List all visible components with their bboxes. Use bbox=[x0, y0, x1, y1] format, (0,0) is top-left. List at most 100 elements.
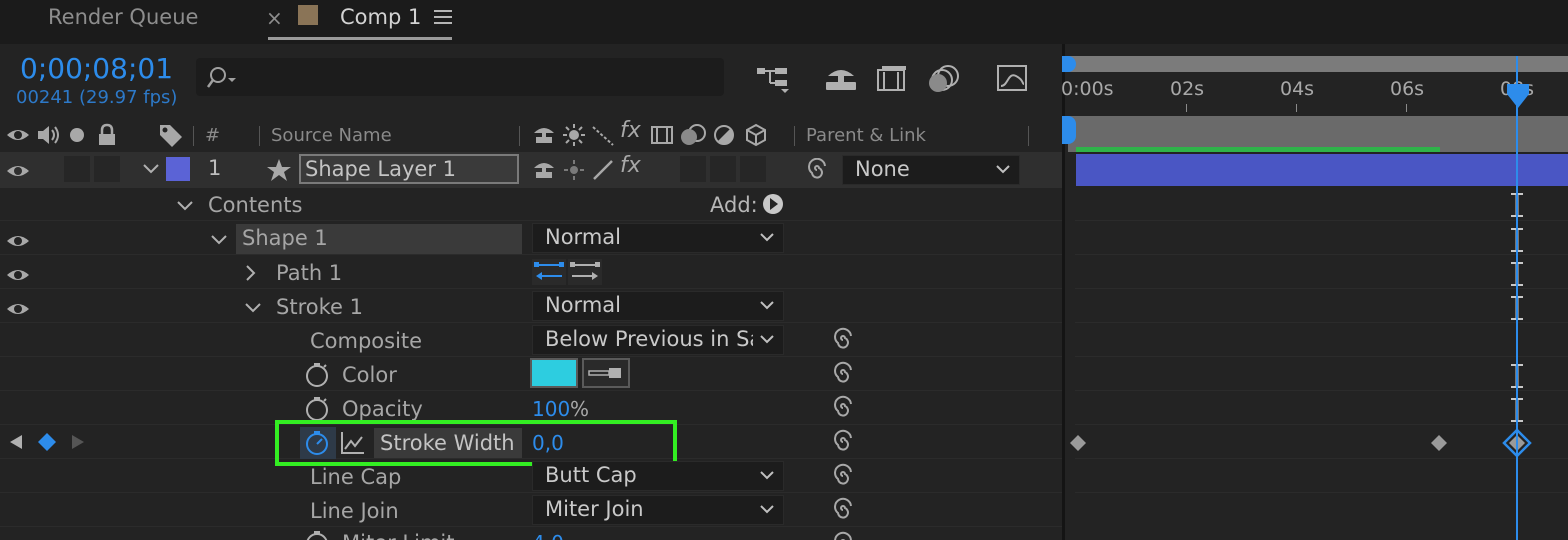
number-column-header[interactable]: # bbox=[205, 125, 220, 146]
quality-header-icon[interactable] bbox=[591, 123, 615, 147]
stroke1-chevron-icon[interactable] bbox=[244, 301, 262, 315]
next-keyframe-icon[interactable] bbox=[70, 434, 86, 450]
path-visibility-eye-icon[interactable] bbox=[6, 265, 30, 285]
layer-effects-switch-icon[interactable]: fx bbox=[620, 153, 641, 178]
opacity-pickwhip-icon[interactable] bbox=[830, 395, 856, 421]
layer-name-field[interactable]: Shape Layer 1 bbox=[299, 154, 519, 184]
tab-comp-1[interactable]: Comp 1 bbox=[340, 5, 421, 29]
shape1-name-field[interactable]: Shape 1 bbox=[236, 224, 522, 254]
solo-switch[interactable] bbox=[64, 156, 90, 182]
layer-shy-switch-icon[interactable] bbox=[532, 158, 556, 182]
miter-limit-stopwatch-icon[interactable] bbox=[304, 530, 330, 540]
opacity-stopwatch-icon[interactable] bbox=[304, 396, 330, 422]
line-join-dropdown[interactable]: Miter Join bbox=[532, 495, 784, 525]
column-separator bbox=[1028, 126, 1029, 146]
color-stopwatch-icon[interactable] bbox=[304, 362, 330, 388]
stroke1-blend-mode-dropdown[interactable]: Normal bbox=[532, 291, 784, 321]
shape1-blend-mode-dropdown[interactable]: Normal bbox=[532, 223, 784, 253]
parent-pickwhip-icon[interactable] bbox=[805, 158, 829, 182]
layer-switch-box[interactable] bbox=[680, 156, 706, 182]
row-divider bbox=[0, 492, 1062, 493]
path1-label: Path 1 bbox=[276, 261, 343, 285]
motion-blur-header-icon[interactable] bbox=[679, 123, 707, 147]
lock-icon[interactable] bbox=[96, 123, 118, 147]
opacity-value[interactable]: 100 bbox=[532, 397, 570, 421]
audio-speaker-icon[interactable] bbox=[36, 124, 62, 146]
miter-limit-value[interactable]: 4,0 bbox=[532, 531, 564, 540]
solo-dot-icon[interactable] bbox=[69, 127, 85, 143]
line-cap-pickwhip-icon[interactable] bbox=[830, 463, 856, 489]
playhead-line[interactable] bbox=[1516, 56, 1518, 540]
panel-menu-icon[interactable] bbox=[434, 9, 452, 25]
layer-switch-box[interactable] bbox=[710, 156, 736, 182]
frame-blend-header-icon[interactable] bbox=[650, 123, 674, 147]
playhead-handle-icon[interactable] bbox=[1506, 84, 1530, 110]
time-navigator-bar[interactable] bbox=[1068, 56, 1568, 72]
add-label: Add: bbox=[710, 193, 758, 217]
timeline-row-divider bbox=[1075, 288, 1568, 289]
row-divider bbox=[0, 526, 1062, 527]
line-cap-dropdown[interactable]: Butt Cap bbox=[532, 461, 784, 491]
label-tag-icon[interactable] bbox=[158, 123, 184, 147]
frame-blending-icon[interactable] bbox=[876, 64, 908, 94]
source-name-column-header[interactable]: Source Name bbox=[271, 125, 392, 146]
line-cap-label: Line Cap bbox=[310, 465, 402, 489]
shy-layers-icon[interactable] bbox=[824, 64, 858, 94]
close-tab-icon[interactable]: × bbox=[266, 6, 283, 30]
eyedropper-button[interactable] bbox=[582, 358, 630, 388]
timeline-row-divider bbox=[1075, 254, 1568, 255]
graph-editor-icon[interactable] bbox=[996, 64, 1030, 94]
layer-label-color[interactable] bbox=[166, 157, 190, 181]
line-join-pickwhip-icon[interactable] bbox=[830, 497, 856, 523]
composition-flowchart-icon[interactable] bbox=[755, 64, 791, 94]
composite-dropdown[interactable]: Below Previous in Sa bbox=[532, 325, 784, 355]
shy-switch-header-icon[interactable] bbox=[532, 123, 556, 147]
comp-swatch-icon bbox=[298, 5, 318, 25]
color-label: Color bbox=[342, 363, 397, 387]
ruler-label: 04s bbox=[1280, 78, 1315, 100]
work-area-start-handle[interactable] bbox=[1062, 116, 1076, 144]
stroke-width-pickwhip-icon[interactable] bbox=[830, 429, 856, 455]
ruler-label: 02s bbox=[1170, 78, 1205, 100]
search-icon bbox=[206, 66, 240, 90]
add-keyframe-icon[interactable] bbox=[37, 432, 57, 452]
layer-row[interactable]: 1 Shape Layer 1 fx None bbox=[0, 152, 1062, 188]
keyframe-icon[interactable] bbox=[1069, 434, 1087, 452]
effects-header-icon[interactable]: fx bbox=[620, 118, 641, 143]
current-time-display[interactable]: 0;00;08;01 bbox=[20, 52, 173, 85]
search-input[interactable] bbox=[244, 64, 708, 92]
miter-limit-value-clip: 4,0 bbox=[532, 531, 592, 540]
layer-duration-bar[interactable] bbox=[1076, 154, 1568, 186]
layer-search-field[interactable] bbox=[196, 58, 724, 96]
parent-link-column-header[interactable]: Parent & Link bbox=[806, 125, 926, 146]
tab-render-queue[interactable]: Render Queue bbox=[48, 5, 198, 29]
path1-chevron-icon[interactable] bbox=[244, 264, 258, 282]
motion-blur-icon[interactable] bbox=[928, 64, 962, 94]
stroke-color-swatch[interactable] bbox=[530, 358, 578, 388]
add-menu-button[interactable] bbox=[762, 193, 784, 215]
contents-chevron-icon[interactable] bbox=[176, 199, 194, 213]
miter-limit-pickwhip-icon[interactable] bbox=[830, 531, 856, 540]
adjustment-layer-header-icon[interactable] bbox=[712, 123, 736, 147]
time-ruler[interactable]: 0:00s 02s 04s 06s 08s bbox=[1061, 74, 1568, 116]
stroke-visibility-eye-icon[interactable] bbox=[6, 299, 30, 319]
keyframe-icon[interactable] bbox=[1430, 434, 1448, 452]
collapse-transform-header-icon[interactable] bbox=[562, 123, 586, 147]
previous-keyframe-icon[interactable] bbox=[8, 434, 24, 450]
layer-collapse-switch-icon[interactable] bbox=[562, 158, 586, 182]
video-eye-icon[interactable] bbox=[6, 125, 30, 145]
layer-quality-switch-icon[interactable] bbox=[591, 158, 615, 182]
shape1-chevron-icon[interactable] bbox=[210, 233, 228, 247]
layer-switch-box[interactable] bbox=[740, 156, 766, 182]
lock-switch[interactable] bbox=[94, 156, 120, 182]
path-direction-reverse-icon[interactable] bbox=[532, 259, 566, 285]
shape-visibility-eye-icon[interactable] bbox=[6, 231, 30, 251]
path-direction-normal-icon[interactable] bbox=[568, 259, 602, 285]
line-join-value: Miter Join bbox=[545, 497, 644, 521]
composite-pickwhip-icon[interactable] bbox=[830, 327, 856, 353]
color-pickwhip-icon[interactable] bbox=[830, 361, 856, 387]
3d-layer-header-icon[interactable] bbox=[744, 123, 768, 147]
layer-visibility-eye-icon[interactable] bbox=[6, 161, 30, 181]
expand-chevron-icon[interactable] bbox=[142, 162, 160, 176]
parent-dropdown[interactable]: None bbox=[842, 155, 1020, 185]
